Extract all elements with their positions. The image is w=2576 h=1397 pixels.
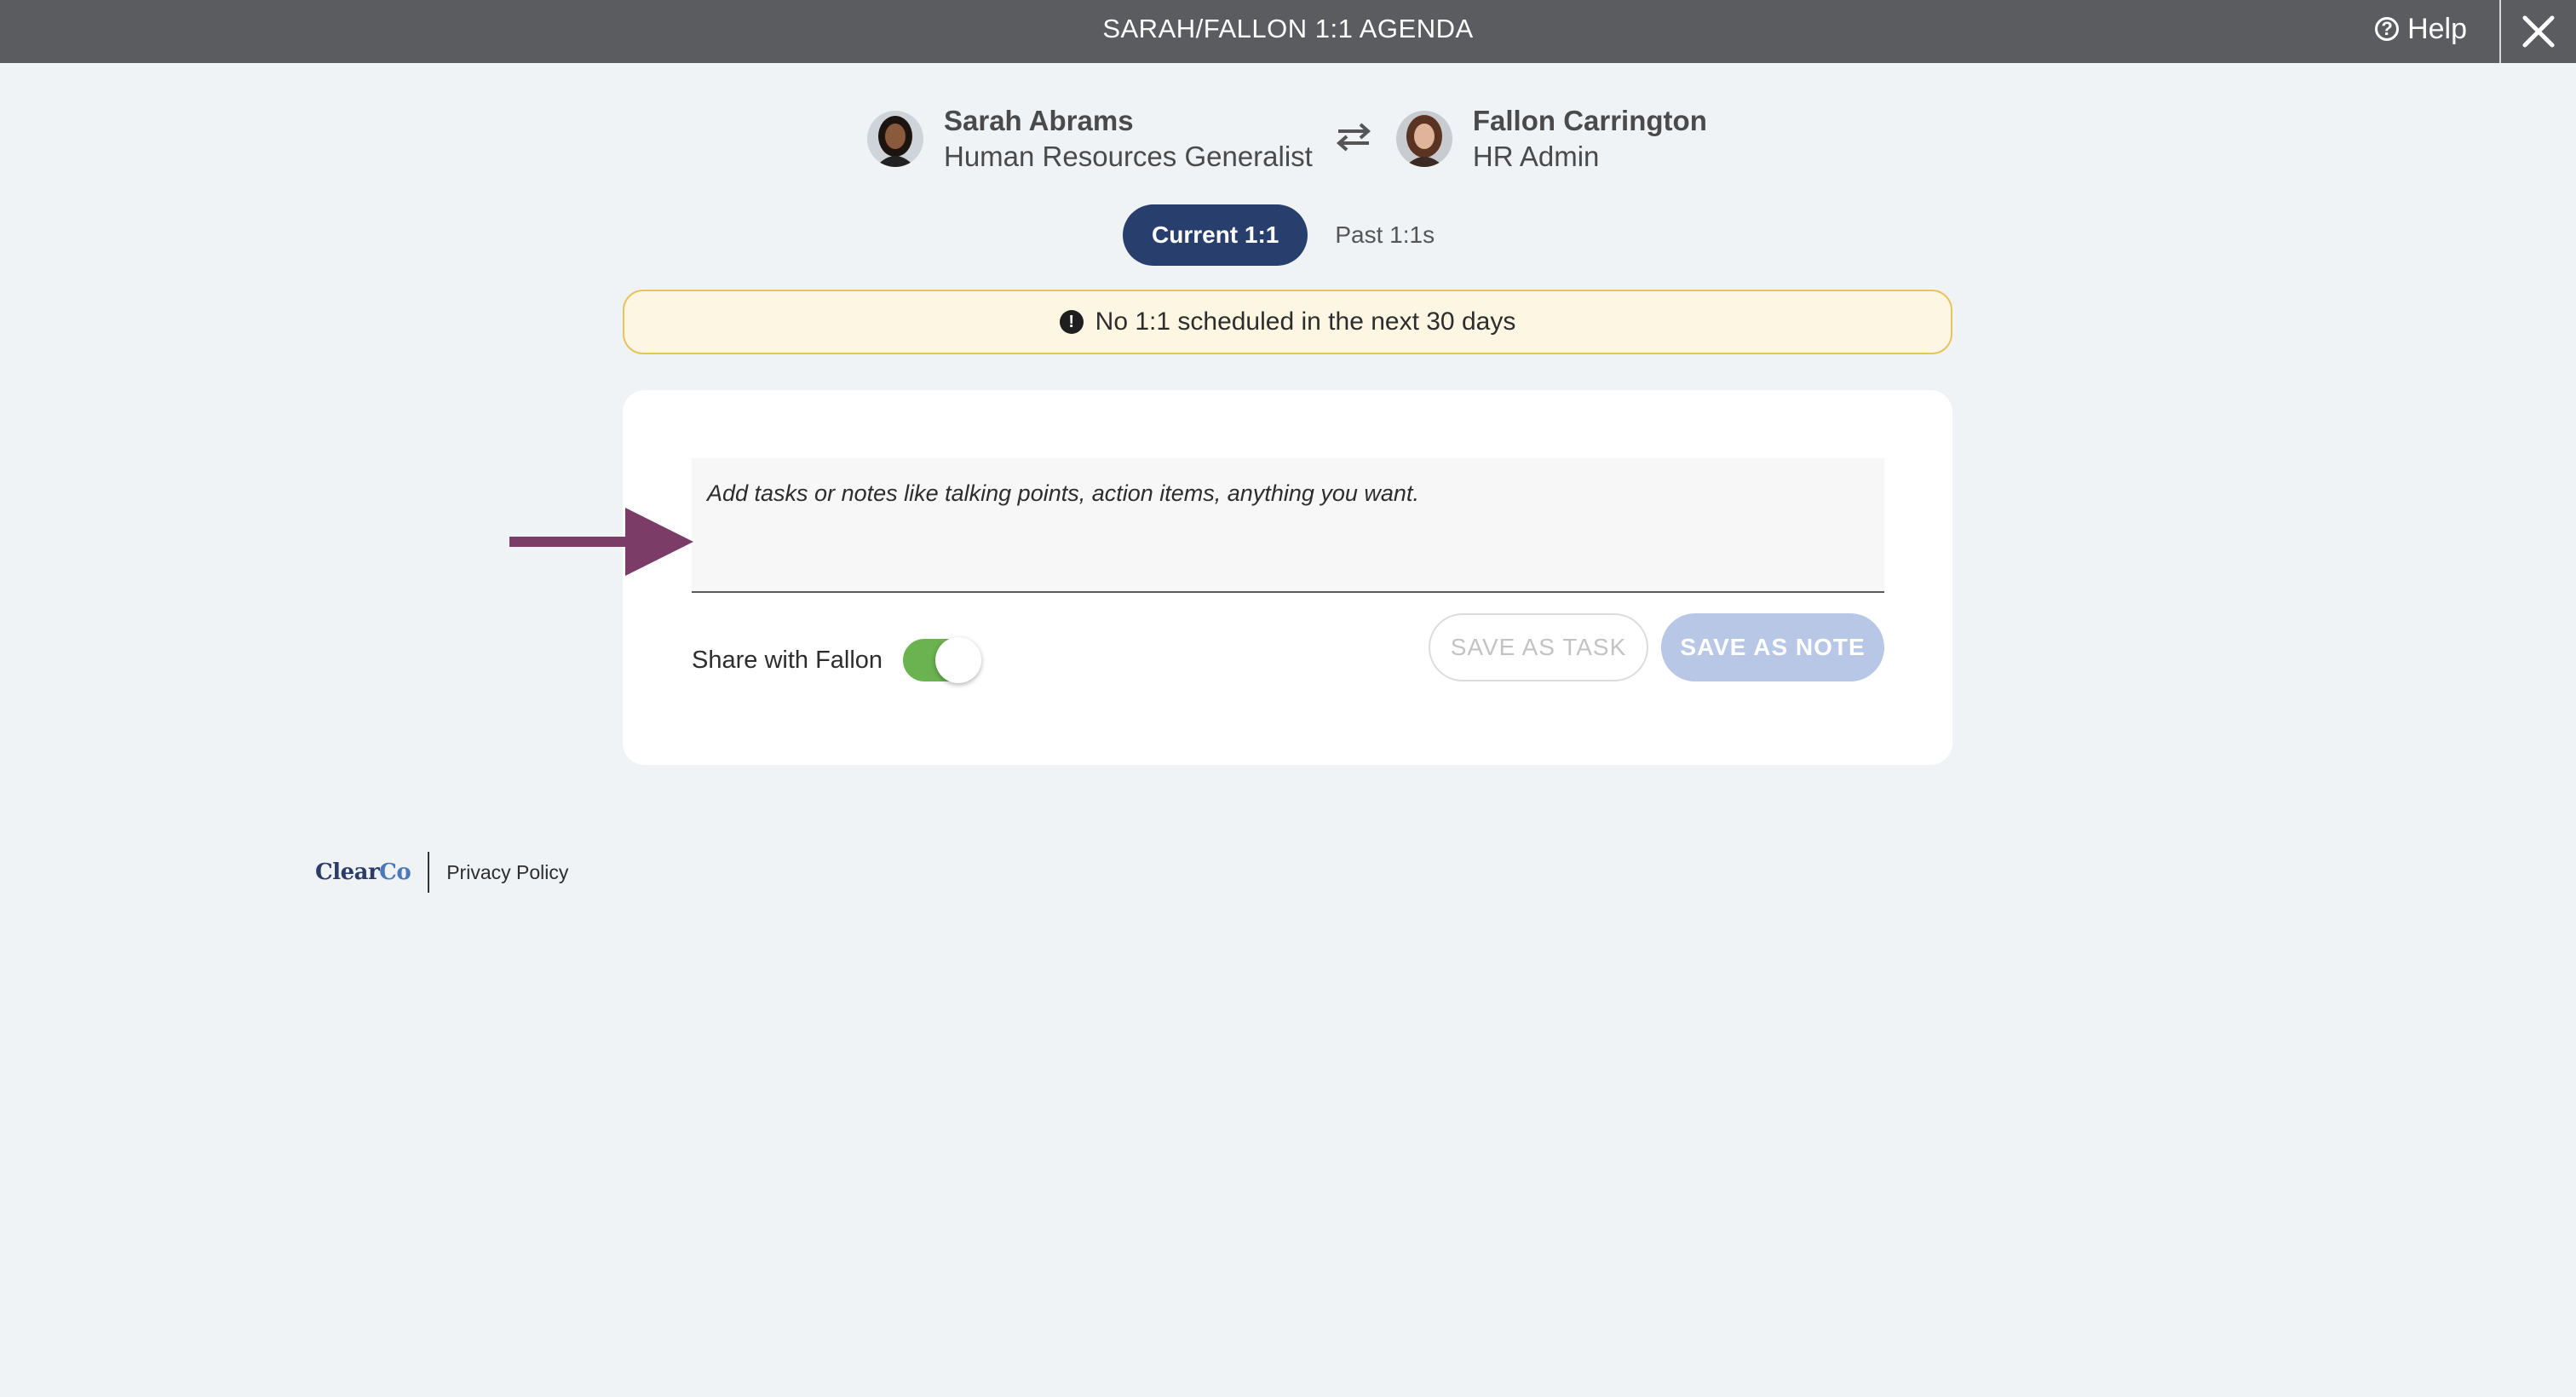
person-fallon: Fallon Carrington HR Admin: [1473, 103, 1707, 175]
privacy-policy-link[interactable]: Privacy Policy: [446, 861, 568, 884]
exclamation-icon: !: [1059, 310, 1084, 334]
note-input[interactable]: [692, 458, 1884, 593]
share-setting: Share with Fallon: [692, 630, 982, 690]
person-name: Fallon Carrington: [1472, 105, 1707, 136]
tab-past[interactable]: Past 1:1s: [1335, 221, 1435, 249]
person-name: Sarah Abrams: [944, 105, 1134, 136]
swap-arrows-icon[interactable]: [1335, 122, 1372, 157]
save-as-note-button[interactable]: SAVE AS NOTE: [1661, 613, 1884, 681]
alert-message: No 1:1 scheduled in the next 30 days: [1095, 308, 1516, 336]
person-role: Human Resources Generalist: [944, 141, 1313, 172]
participants: Sarah Abrams Human Resources Generalist …: [867, 101, 1707, 177]
share-toggle[interactable]: [903, 637, 982, 683]
tab-current[interactable]: Current 1:1: [1123, 204, 1308, 266]
toggle-knob: [935, 637, 982, 683]
note-card: Share with Fallon SAVE AS TASK SAVE AS N…: [623, 390, 1952, 765]
help-button[interactable]: ? Help: [2375, 0, 2467, 58]
top-bar: SARAH/FALLON 1:1 AGENDA ? Help: [0, 0, 2576, 63]
footer-divider: [428, 852, 430, 893]
person-role: HR Admin: [1472, 141, 1600, 172]
agenda-tabs: Current 1:1 Past 1:1s: [1123, 204, 1435, 266]
annotation-arrow-icon: [509, 508, 693, 580]
person-sarah: Sarah Abrams Human Resources Generalist: [944, 103, 1313, 175]
close-icon: [2522, 15, 2555, 48]
help-label: Help: [2407, 12, 2467, 45]
page-title: SARAH/FALLON 1:1 AGENDA: [1102, 14, 1474, 43]
question-circle-icon: ?: [2375, 17, 2400, 41]
share-label: Share with Fallon: [692, 646, 883, 674]
footer: ClearCo Privacy Policy: [315, 850, 568, 894]
close-button[interactable]: [2501, 0, 2576, 63]
avatar-fallon: [1395, 111, 1452, 167]
clearco-logo: ClearCo: [315, 859, 411, 885]
schedule-alert: ! No 1:1 scheduled in the next 30 days: [623, 290, 1952, 354]
avatar-sarah: [867, 111, 923, 167]
save-as-task-button[interactable]: SAVE AS TASK: [1429, 613, 1648, 681]
